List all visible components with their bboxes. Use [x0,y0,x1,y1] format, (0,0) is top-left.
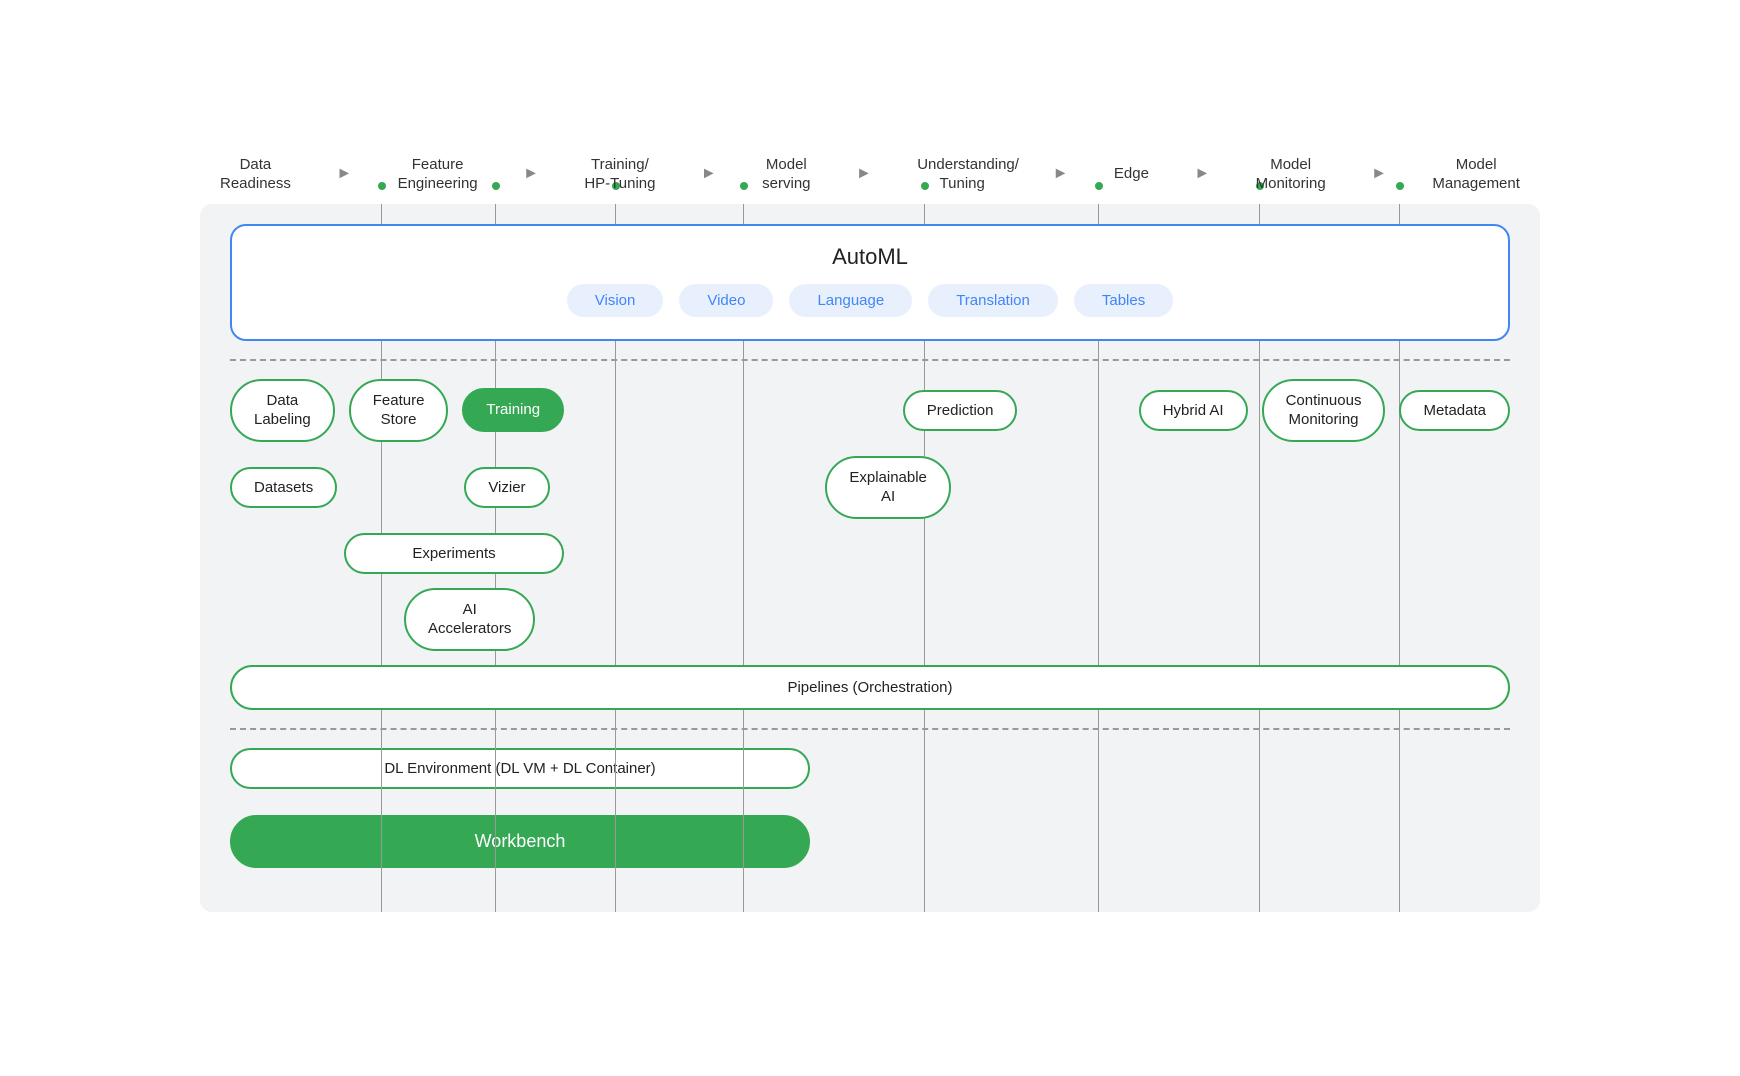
pill-vizier[interactable]: Vizier [464,467,549,508]
row-4: AI Accelerators [230,588,1510,651]
automl-chip-vision[interactable]: Vision [567,284,664,317]
automl-chip-tables[interactable]: Tables [1074,284,1173,317]
pipeline-step-model-management: Model Management [1432,155,1520,194]
pill-datasets[interactable]: Datasets [230,467,337,508]
arrow-icon-4: ► [856,165,872,183]
automl-chip-translation[interactable]: Translation [928,284,1058,317]
row-workbench: Workbench [230,815,1510,868]
pipeline-header: Data Readiness ► Feature Engineering ► T… [180,145,1560,194]
green-boxes-area: Data Labeling Feature Store Training Pre… [230,379,1510,710]
pill-explainable-ai[interactable]: Explainable AI [825,456,951,519]
arrow-icon-5: ► [1053,165,1069,183]
automl-section: AutoML Vision Video Language Translation [230,224,1510,341]
pill-metadata[interactable]: Metadata [1399,390,1510,431]
arrow-icon-7: ► [1371,165,1387,183]
pipeline-step-data-readiness: Data Readiness [220,155,291,194]
pill-training[interactable]: Training [462,388,564,432]
row-pipelines: Pipelines (Orchestration) [230,665,1510,710]
row-3: Experiments [230,533,1510,574]
automl-title: AutoML [262,244,1478,270]
pipeline-step-training: Training/ HP-Tuning [584,155,655,194]
dashed-separator-top [230,359,1510,361]
automl-chips: Vision Video Language Translation Tables [262,284,1478,317]
arrow-icon-6: ► [1194,165,1210,183]
pipeline-step-understanding: Understanding/ Tuning [917,155,1007,194]
pill-experiments[interactable]: Experiments [344,533,564,574]
arrow-icon-3: ► [701,165,717,183]
pill-prediction[interactable]: Prediction [903,390,1018,431]
automl-chip-video[interactable]: Video [679,284,773,317]
dashed-separator-bottom [230,728,1510,730]
pipeline-step-edge: Edge [1114,164,1149,184]
diagram-wrapper: Data Readiness ► Feature Engineering ► T… [180,145,1560,932]
automl-chip-language[interactable]: Language [789,284,912,317]
arrow-icon-2: ► [523,165,539,183]
pipeline-step-feature-engineering: Feature Engineering [398,155,478,194]
main-diagram: AutoML Vision Video Language Translation [200,204,1540,912]
pill-continuous-monitoring[interactable]: Continuous Monitoring [1262,379,1386,442]
automl-box: AutoML Vision Video Language Translation [230,224,1510,341]
row-dl-env: DL Environment (DL VM + DL Container) [230,748,1510,789]
pill-hybrid-ai[interactable]: Hybrid AI [1139,390,1248,431]
pill-ai-accelerators[interactable]: AI Accelerators [404,588,535,651]
arrow-icon-1: ► [336,165,352,183]
row-1: Data Labeling Feature Store Training Pre… [230,379,1510,442]
pipeline-step-model-serving: Model serving [762,155,810,194]
pipeline-step-model-monitoring: Model Monitoring [1256,155,1326,194]
row-2: Datasets Vizier Explainable AI [230,456,1510,519]
pill-feature-store[interactable]: Feature Store [349,379,449,442]
pill-dl-environment[interactable]: DL Environment (DL VM + DL Container) [230,748,810,789]
bottom-section: DL Environment (DL VM + DL Container) Wo… [230,748,1510,882]
pill-data-labeling[interactable]: Data Labeling [230,379,335,442]
pill-workbench[interactable]: Workbench [230,815,810,868]
pill-pipelines[interactable]: Pipelines (Orchestration) [230,665,1510,710]
